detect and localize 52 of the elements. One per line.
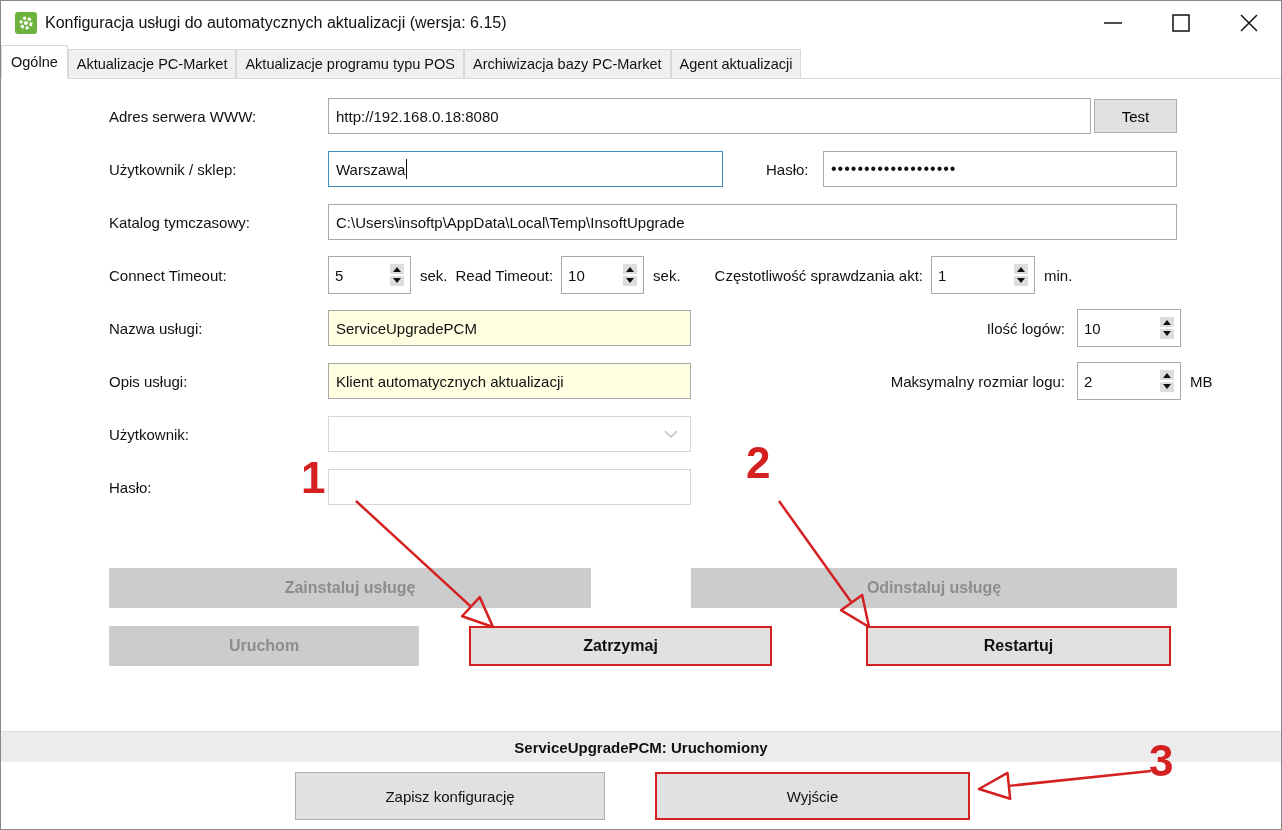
spinner-arrows-icon[interactable] bbox=[1014, 264, 1028, 286]
spinner-arrows-icon[interactable] bbox=[1160, 317, 1174, 339]
spinner-arrows-icon[interactable] bbox=[623, 264, 638, 286]
input-field[interactable] bbox=[328, 469, 691, 505]
spinner-field[interactable]: 5 bbox=[328, 256, 411, 294]
field-label: Read Timeout: bbox=[455, 266, 554, 284]
footer-button[interactable]: Wyjście bbox=[655, 772, 970, 820]
unit-label: sek. bbox=[653, 266, 681, 284]
input-field[interactable]: C:\Users\insoftp\AppData\Local\Temp\InsoftUpgrade bbox=[328, 204, 1177, 240]
window-title: Konfiguracja usługi do automatycznych aktualizacji (wersja: 6.15) bbox=[45, 14, 507, 32]
gear-icon bbox=[15, 12, 37, 34]
annotation-number: 3 bbox=[1149, 739, 1174, 783]
field-label: Użytkownik: bbox=[109, 425, 191, 443]
field-label: Adres serwera WWW: bbox=[109, 107, 258, 125]
input-field[interactable]: http://192.168.0.18:8080 bbox=[328, 98, 1091, 134]
test-button[interactable]: Test bbox=[1094, 99, 1177, 133]
spinner-field[interactable]: 10 bbox=[1077, 309, 1181, 347]
spinner-arrows-icon[interactable] bbox=[1160, 370, 1174, 392]
field-label: Maksymalny rozmiar logu: bbox=[889, 372, 1065, 390]
input-field[interactable]: Klient automatycznych aktualizacji bbox=[328, 363, 691, 399]
unit-label: MB bbox=[1190, 372, 1213, 390]
field-label: Katalog tymczasowy: bbox=[109, 213, 251, 231]
tab[interactable]: Agent aktualizacji bbox=[670, 49, 802, 79]
annotation-number: 1 bbox=[301, 456, 326, 500]
field-label: Nazwa usługi: bbox=[109, 319, 204, 337]
field-label: Opis usługi: bbox=[109, 372, 189, 390]
field-label: Ilość logów: bbox=[985, 319, 1065, 337]
footer-button[interactable]: Zapisz konfigurację bbox=[295, 772, 605, 820]
tab[interactable]: Aktualizacje PC-Market bbox=[67, 49, 237, 79]
service-button[interactable]: Zatrzymaj bbox=[469, 626, 772, 666]
service-button[interactable]: Restartuj bbox=[866, 626, 1171, 666]
field-label: Hasło: bbox=[109, 478, 153, 496]
annotation-number: 2 bbox=[746, 441, 771, 485]
spinner-field[interactable]: 1 bbox=[931, 256, 1035, 294]
password-field[interactable]: ••••••••••••••••••• bbox=[823, 151, 1177, 187]
spinner-arrows-icon[interactable] bbox=[390, 264, 404, 286]
spinner-field[interactable]: 2 bbox=[1077, 362, 1181, 400]
chevron-down-icon bbox=[664, 430, 678, 438]
field-label: Hasło: bbox=[766, 160, 810, 178]
tab[interactable]: Archiwizacja bazy PC-Market bbox=[464, 49, 671, 79]
field-label: Użytkownik / sklep: bbox=[109, 160, 238, 178]
tab[interactable]: Ogólne bbox=[1, 45, 68, 79]
unit-label: sek. bbox=[420, 266, 448, 284]
field-label: Częstotliwość sprawdzania akt: bbox=[714, 266, 923, 284]
maximize-icon[interactable] bbox=[1171, 13, 1191, 33]
field-label: Connect Timeout: bbox=[109, 266, 228, 284]
close-icon[interactable] bbox=[1239, 13, 1259, 33]
tab[interactable]: Aktualizacje programu typu POS bbox=[236, 49, 464, 79]
input-field[interactable]: Warszawa bbox=[328, 151, 723, 187]
unit-label: min. bbox=[1044, 266, 1073, 284]
spinner-field[interactable]: 10 bbox=[561, 256, 645, 294]
input-field[interactable]: ServiceUpgradePCM bbox=[328, 310, 691, 346]
